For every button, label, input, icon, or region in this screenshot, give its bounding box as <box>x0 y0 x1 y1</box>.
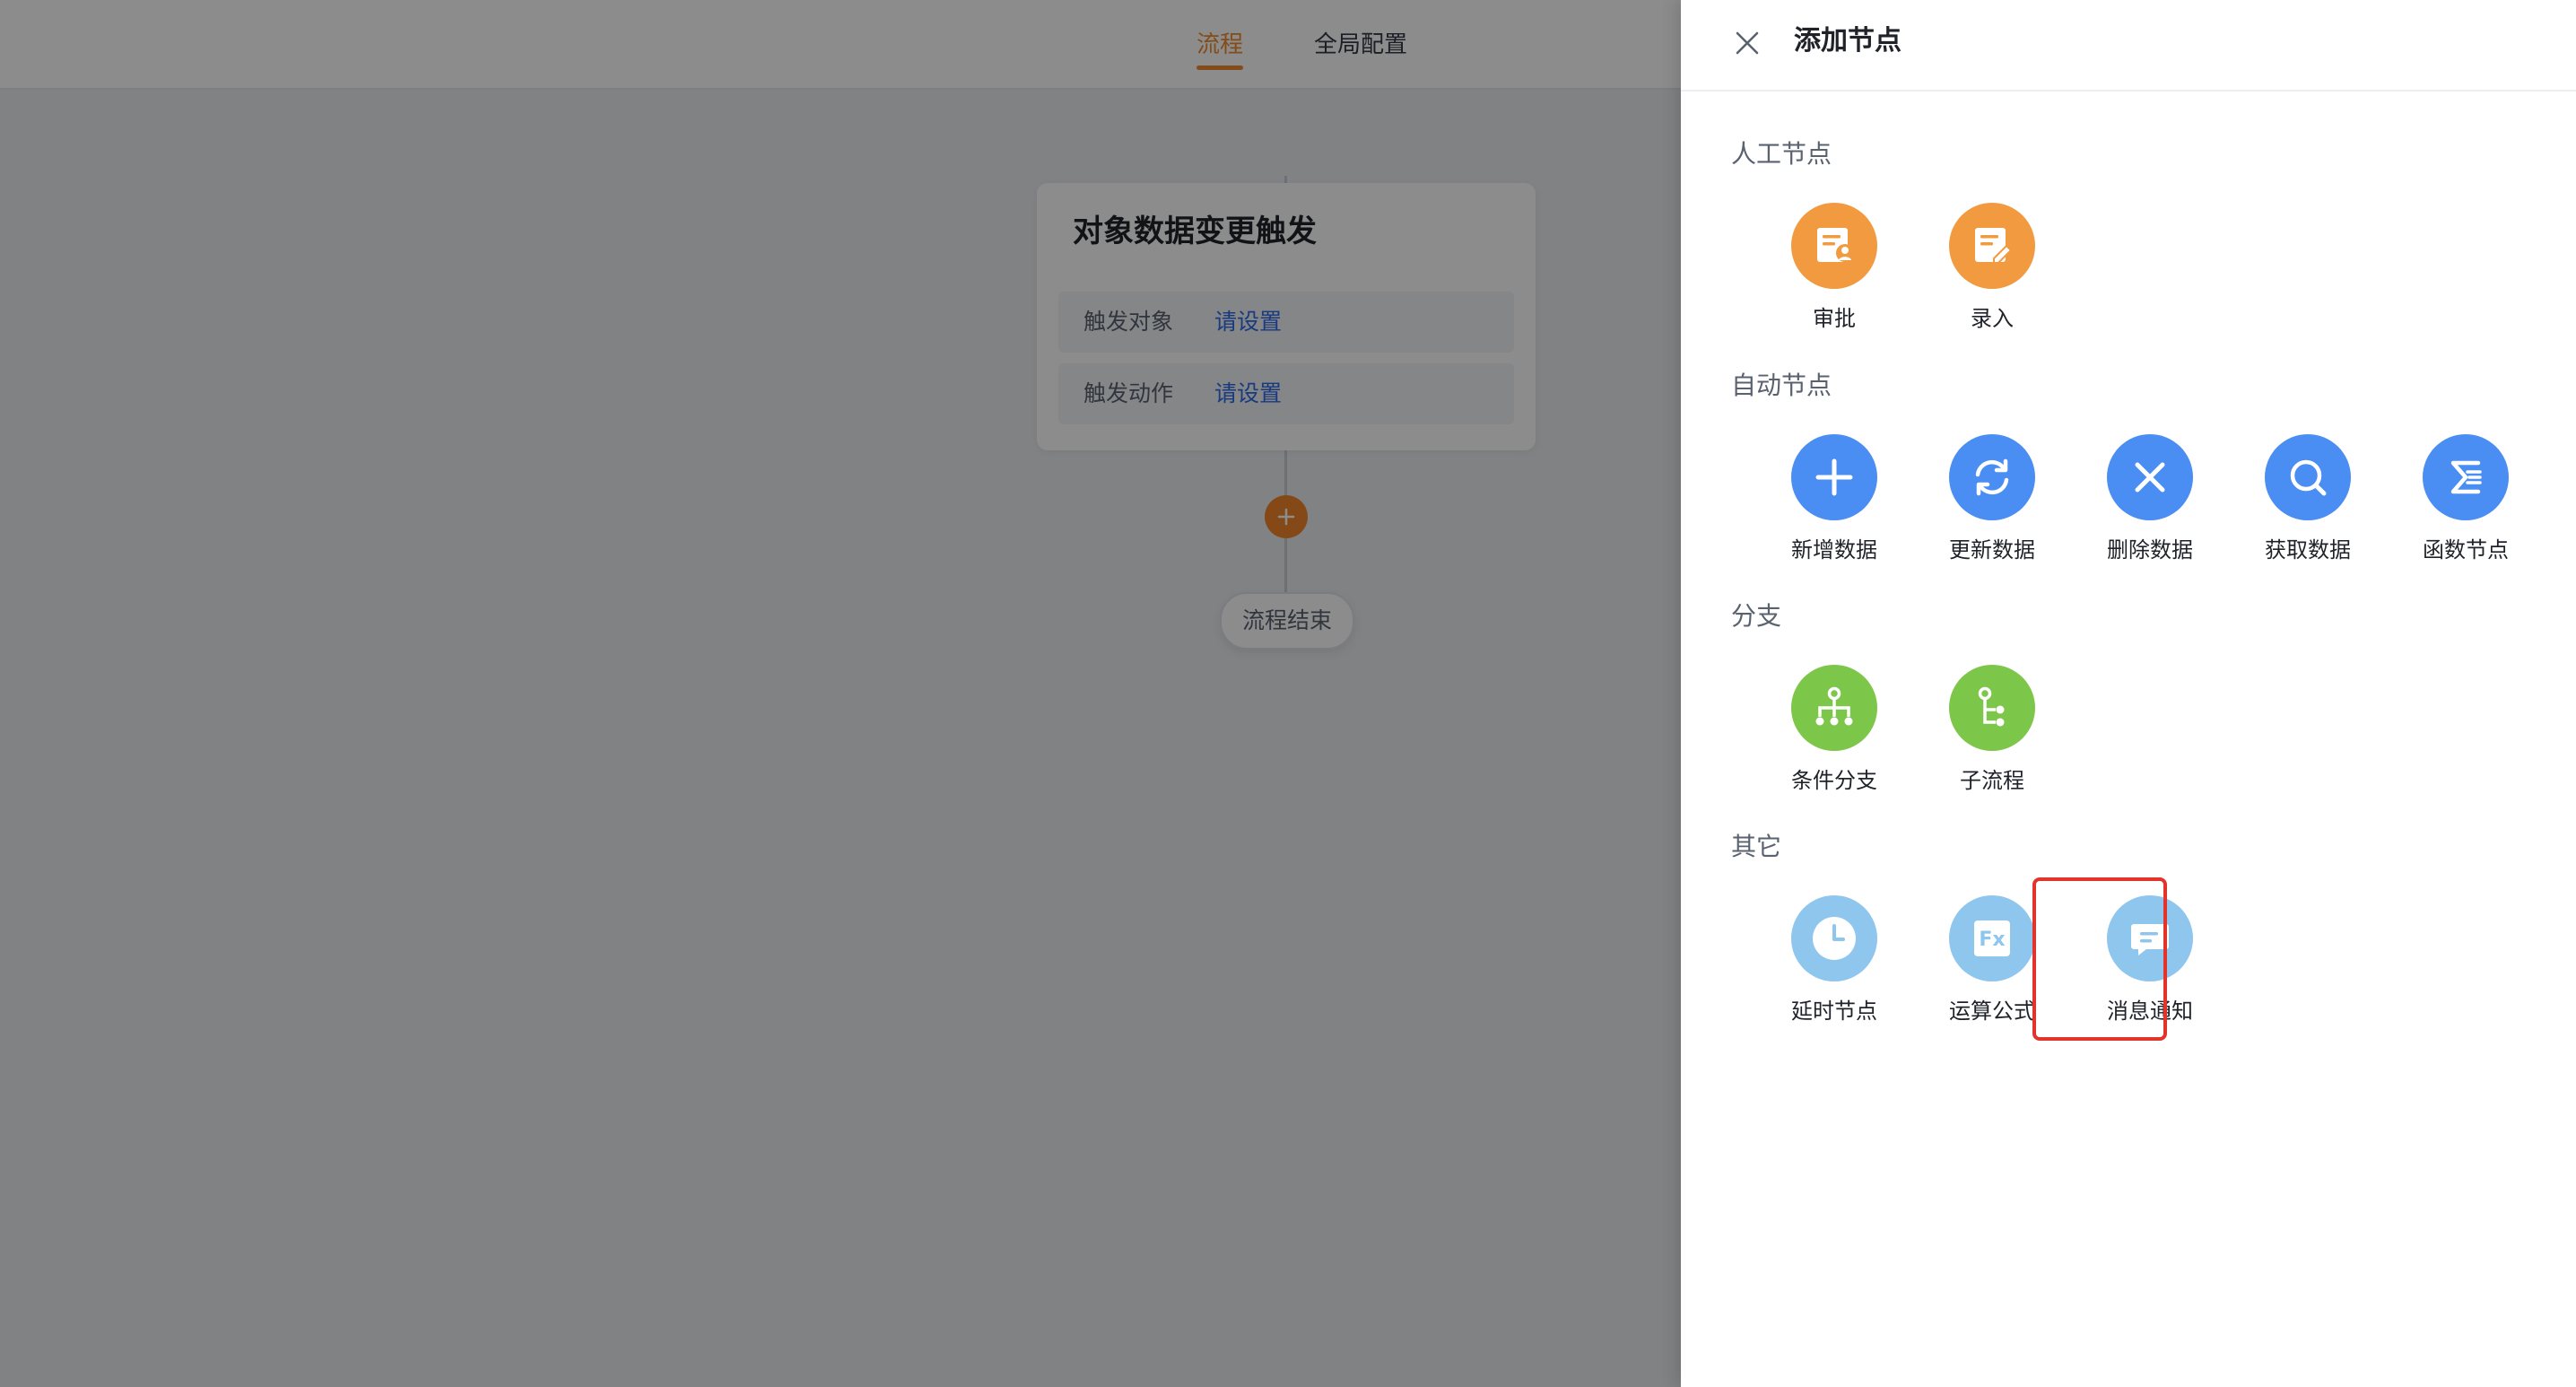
section-title-branch: 分支 <box>1731 601 1782 631</box>
section-title-manual: 人工节点 <box>1731 139 1832 169</box>
section-title-auto: 自动节点 <box>1731 371 1832 400</box>
node-label: 录入 <box>1971 306 2014 331</box>
node-label: 消息通知 <box>2107 999 2193 1024</box>
modal-overlay[interactable] <box>0 0 1681 1387</box>
sigma-icon <box>2423 434 2509 520</box>
node-subprocess[interactable]: 子流程 <box>1925 665 2059 808</box>
flow-canvas: 流程 全局配置 对象数据变更触发 触发对象 请设置 触发动作 请设置 流程结束 <box>0 0 1681 1387</box>
node-label: 更新数据 <box>1949 537 2035 563</box>
node-delay[interactable]: 延时节点 <box>1767 895 1902 1039</box>
formula-icon-text: Fx <box>1979 929 2005 951</box>
node-function[interactable]: 函数节点 <box>2398 434 2533 578</box>
node-label: 延时节点 <box>1791 999 1877 1024</box>
node-entry[interactable]: 录入 <box>1925 203 2059 346</box>
node-label: 函数节点 <box>2423 537 2509 563</box>
approval-icon <box>1791 203 1877 289</box>
search-icon <box>2265 434 2351 520</box>
add-node-drawer: 添加节点 人工节点 审批 录入 自动节点 新增数据 更新数据 删除数据 获取数据… <box>1681 0 2576 1387</box>
node-label: 子流程 <box>1960 768 2024 793</box>
drawer-title: 添加节点 <box>1794 25 1902 57</box>
entry-icon <box>1949 203 2035 289</box>
node-label: 获取数据 <box>2265 537 2351 563</box>
node-message-notify[interactable]: 消息通知 <box>2083 895 2217 1039</box>
node-label: 删除数据 <box>2107 537 2193 563</box>
subprocess-icon <box>1949 665 2035 751</box>
node-add-data[interactable]: 新增数据 <box>1767 434 1902 578</box>
plus-icon <box>1791 434 1877 520</box>
node-update-data[interactable]: 更新数据 <box>1925 434 2059 578</box>
node-formula[interactable]: Fx 运算公式 <box>1925 895 2059 1039</box>
formula-icon: Fx <box>1949 895 2035 981</box>
node-label: 新增数据 <box>1791 537 1877 563</box>
node-label: 审批 <box>1813 306 1856 331</box>
message-icon <box>2107 895 2193 981</box>
node-approval[interactable]: 审批 <box>1767 203 1902 346</box>
node-label: 运算公式 <box>1949 999 2035 1024</box>
section-title-other: 其它 <box>1731 832 1782 861</box>
close-icon[interactable] <box>1729 25 1765 61</box>
close-icon <box>2107 434 2193 520</box>
branch-icon <box>1791 665 1877 751</box>
node-delete-data[interactable]: 删除数据 <box>2083 434 2217 578</box>
node-get-data[interactable]: 获取数据 <box>2241 434 2375 578</box>
node-label: 条件分支 <box>1791 768 1877 793</box>
node-condition-branch[interactable]: 条件分支 <box>1767 665 1902 808</box>
drawer-header: 添加节点 <box>1681 0 2576 92</box>
refresh-icon <box>1949 434 2035 520</box>
clock-icon <box>1791 895 1877 981</box>
